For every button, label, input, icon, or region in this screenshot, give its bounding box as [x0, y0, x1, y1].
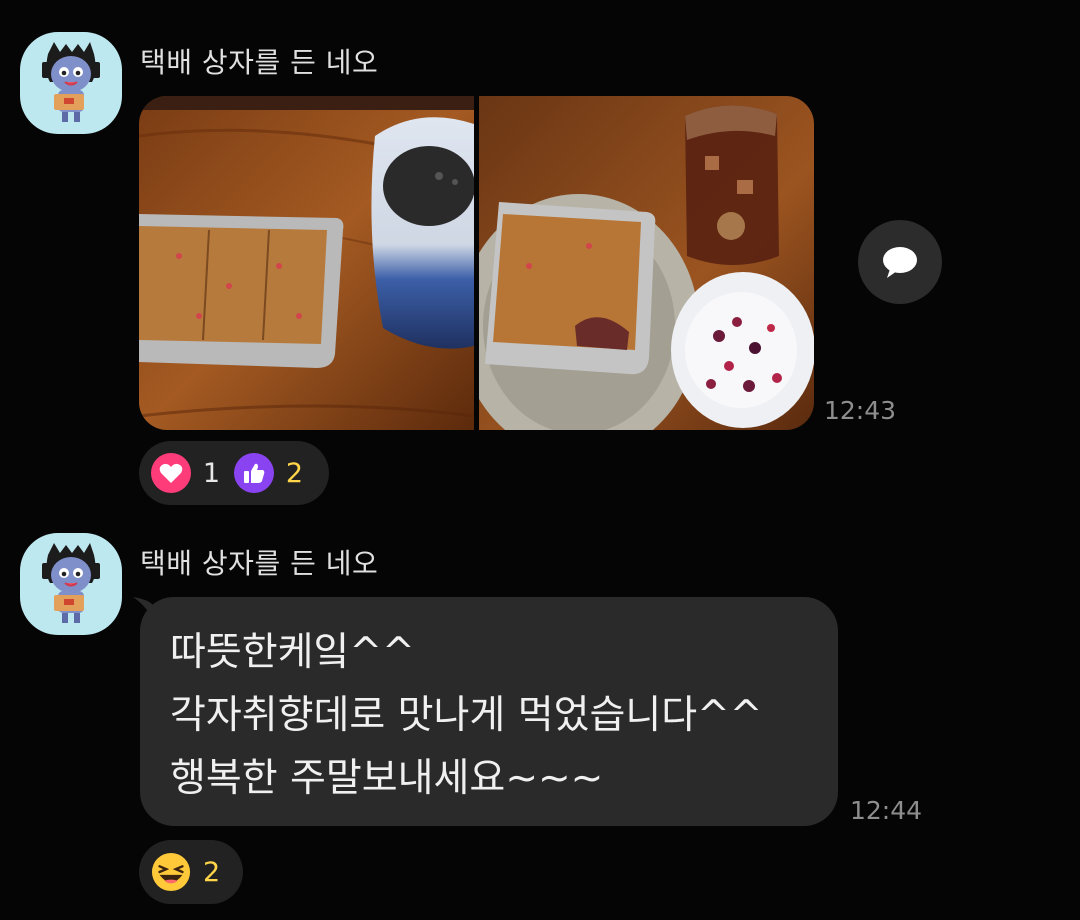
- sender-avatar[interactable]: [20, 533, 122, 635]
- message-text: 택배 상자를 든 네오 따뜻한케잌^^ 각자취향데로 맛나게 먹었습니다^^ 행…: [0, 0, 1080, 920]
- sender-name: 택배 상자를 든 네오: [140, 547, 379, 580]
- message-line-3: 행복한 주말보내세요~~~: [170, 756, 604, 801]
- laughing-count: 2: [203, 856, 221, 888]
- neo-character-icon: [42, 543, 100, 623]
- laughing-face-icon: [151, 852, 191, 892]
- reaction-pill[interactable]: 2: [139, 840, 243, 904]
- message-line-2: 각자취향데로 맛나게 먹었습니다^^: [170, 693, 763, 738]
- message-line-1: 따뜻한케잌^^: [170, 630, 415, 675]
- message-bubble[interactable]: 따뜻한케잌^^ 각자취향데로 맛나게 먹었습니다^^ 행복한 주말보내세요~~~: [140, 597, 838, 826]
- message-time: 12:44: [850, 796, 923, 825]
